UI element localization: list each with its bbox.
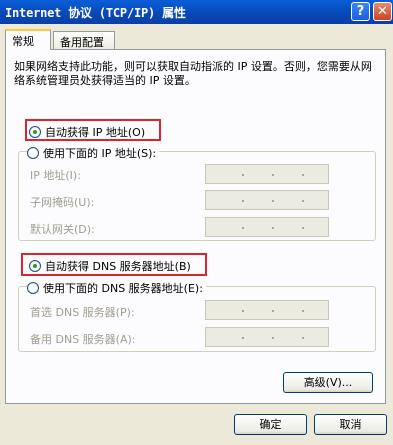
ok-button[interactable]: 确定 <box>234 414 307 435</box>
alternate-dns-field[interactable] <box>205 327 329 347</box>
radio-label-manual-dns: 使用下面的 DNS 服务器地址(E): <box>43 282 203 295</box>
alternate-dns-label: 备用 DNS 服务器(A): <box>30 333 136 346</box>
radio-dot-manual-dns[interactable] <box>27 282 39 294</box>
description-text: 如果网络支持此功能，则可以获取自动指派的 IP 设置。否则，您需要从网络系统管理… <box>14 60 372 87</box>
radio-manual-ip[interactable]: 使用下面的 IP 地址(S): <box>27 145 160 161</box>
radio-label-manual-ip: 使用下面的 IP 地址(S): <box>43 147 157 160</box>
help-button[interactable]: ? <box>351 2 370 21</box>
close-button[interactable]: ✕ <box>373 2 392 21</box>
ip-address-field[interactable] <box>205 164 329 184</box>
radio-dot-auto-dns[interactable] <box>29 260 41 272</box>
radio-label-auto-ip: 自动获得 IP 地址(O) <box>45 126 146 139</box>
window-title: Internet 协议 (TCP/IP) 属性 <box>5 6 186 20</box>
default-gateway-field[interactable] <box>205 217 329 237</box>
ip-address-label: IP 地址(I): <box>30 169 81 182</box>
default-gateway-label: 默认网关(D): <box>30 223 95 236</box>
tab-alternate-config[interactable]: 备用配置 <box>53 31 115 50</box>
title-bar: Internet 协议 (TCP/IP) 属性 ? ✕ <box>0 0 393 24</box>
preferred-dns-field[interactable] <box>205 300 329 320</box>
radio-dot-manual-ip[interactable] <box>27 147 39 159</box>
advanced-button[interactable]: 高级(V)... <box>283 372 373 393</box>
radio-manual-dns[interactable]: 使用下面的 DNS 服务器地址(E): <box>27 280 206 296</box>
subnet-mask-field[interactable] <box>205 190 329 210</box>
tab-general[interactable]: 常规 <box>5 29 51 50</box>
radio-auto-dns[interactable]: 自动获得 DNS 服务器地址(B) <box>29 258 191 274</box>
cancel-button[interactable]: 取消 <box>314 414 387 435</box>
preferred-dns-label: 首选 DNS 服务器(P): <box>30 306 135 319</box>
radio-auto-ip[interactable]: 自动获得 IP 地址(O) <box>29 124 145 140</box>
radio-dot-auto-ip[interactable] <box>29 126 41 138</box>
radio-label-auto-dns: 自动获得 DNS 服务器地址(B) <box>45 260 191 273</box>
subnet-mask-label: 子网掩码(U): <box>30 196 95 209</box>
